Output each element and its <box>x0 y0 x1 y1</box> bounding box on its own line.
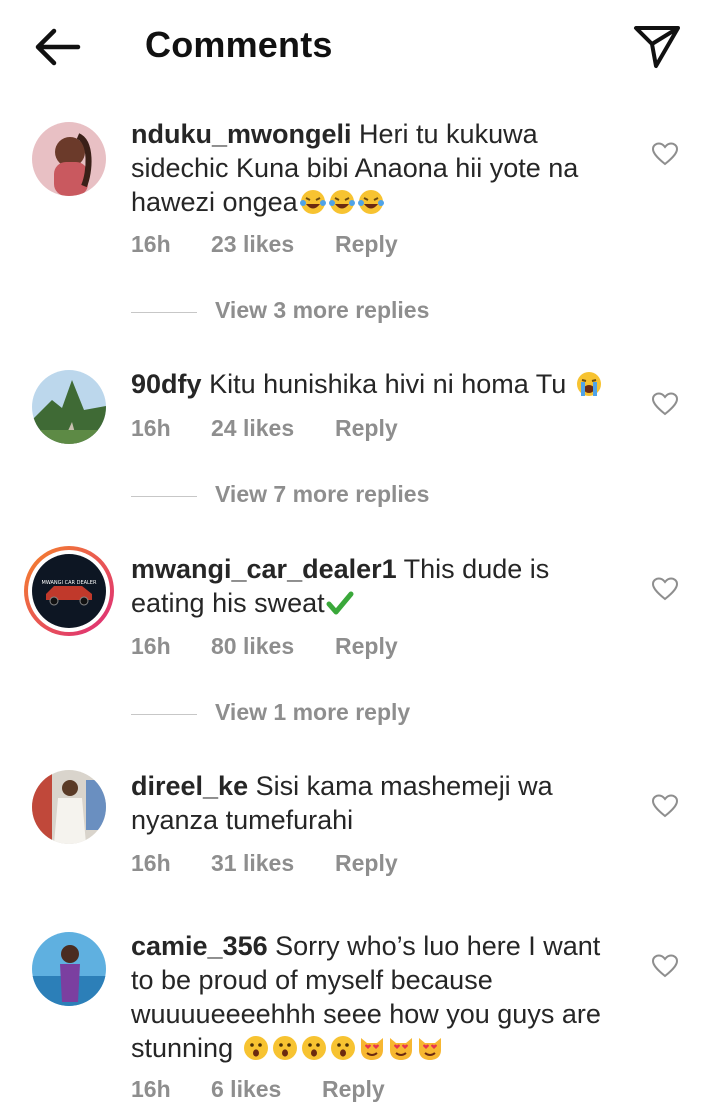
hushed-face-emoji-icon <box>272 1036 297 1060</box>
loudly-crying-emoji-icon <box>576 372 601 396</box>
comment-meta: 16h 31 likes Reply <box>131 850 398 877</box>
comment-body: Kitu hunishika hivi ni homa Tu <box>209 369 567 399</box>
comment-username[interactable]: direel_ke <box>131 771 248 801</box>
reply-button[interactable]: Reply <box>335 415 398 442</box>
back-button[interactable] <box>30 22 84 72</box>
replies-divider <box>131 312 197 313</box>
avatar-photo <box>32 932 106 1006</box>
tears-of-joy-emoji-icon <box>299 190 326 214</box>
comment-username[interactable]: nduku_mwongeli <box>131 119 352 149</box>
comment-likes[interactable]: 80 likes <box>211 633 335 660</box>
share-button[interactable] <box>632 22 682 70</box>
car-dealer-logo-icon: MWANGI CAR DEALER <box>32 554 106 628</box>
avatar[interactable] <box>32 932 106 1006</box>
reply-button[interactable]: Reply <box>335 850 398 877</box>
comment-time: 16h <box>131 633 171 659</box>
replies-divider <box>131 714 197 715</box>
reply-button[interactable]: Reply <box>335 231 398 258</box>
paper-plane-icon <box>634 26 680 68</box>
comment-text: nduku_mwongeli Heri tu kukuwa sidechic K… <box>131 117 611 219</box>
comment-text: camie_356 Sorry who’s luo here I want to… <box>131 929 611 1065</box>
page-title: Comments <box>145 24 333 65</box>
heart-eyes-cat-emoji-icon <box>360 1038 383 1060</box>
reply-button[interactable]: Reply <box>335 633 398 660</box>
comment-text: mwangi_car_dealer1 This dude is eating h… <box>131 552 611 620</box>
like-heart-icon[interactable] <box>652 577 678 601</box>
comment-emojis <box>241 1033 444 1063</box>
comment-emojis <box>298 187 385 217</box>
avatar[interactable] <box>32 370 106 444</box>
like-heart-icon[interactable] <box>652 794 678 818</box>
comment-likes[interactable]: 31 likes <box>211 850 335 877</box>
view-replies-label: View 1 more reply <box>215 699 411 725</box>
avatar[interactable] <box>32 770 106 844</box>
comment-username[interactable]: 90dfy <box>131 369 202 399</box>
comment-time: 16h <box>131 1076 171 1102</box>
comment-time: 16h <box>131 415 171 441</box>
comment-username[interactable]: camie_356 <box>131 931 268 961</box>
replies-divider <box>131 496 197 497</box>
heart-eyes-cat-emoji-icon <box>418 1038 441 1060</box>
check-mark-emoji-icon <box>326 591 354 615</box>
like-heart-icon[interactable] <box>652 142 678 166</box>
comment-meta: 16h 23 likes Reply <box>131 231 398 258</box>
comment-likes[interactable]: 23 likes <box>211 231 335 258</box>
comment-likes[interactable]: 6 likes <box>211 1076 322 1103</box>
comment-username[interactable]: mwangi_car_dealer1 <box>131 554 397 584</box>
hushed-face-emoji-icon <box>301 1036 326 1060</box>
comment-time: 16h <box>131 850 171 876</box>
comment-text: 90dfy Kitu hunishika hivi ni homa Tu <box>131 367 611 401</box>
story-ring[interactable]: MWANGI CAR DEALER <box>24 546 114 636</box>
avatar-photo <box>32 122 106 196</box>
view-replies-label: View 7 more replies <box>215 481 430 507</box>
comment-meta: 16h 80 likes Reply <box>131 633 398 660</box>
avatar: MWANGI CAR DEALER <box>32 554 106 628</box>
comment-text: direel_ke Sisi kama mashemeji wa nyanza … <box>131 769 611 837</box>
comment-time: 16h <box>131 231 171 257</box>
arrow-left-icon <box>35 28 81 66</box>
app-header: Comments <box>0 0 720 92</box>
avatar[interactable] <box>32 122 106 196</box>
avatar-photo <box>32 370 106 444</box>
like-heart-icon[interactable] <box>652 954 678 978</box>
hushed-face-emoji-icon <box>243 1036 268 1060</box>
comment-likes[interactable]: 24 likes <box>211 415 335 442</box>
tears-of-joy-emoji-icon <box>357 190 384 214</box>
avatar-photo <box>32 770 106 844</box>
view-replies-label: View 3 more replies <box>215 297 430 323</box>
tears-of-joy-emoji-icon <box>328 190 355 214</box>
comment-meta: 16h 24 likes Reply <box>131 415 398 442</box>
comment-meta: 16h 6 likes Reply <box>131 1076 385 1103</box>
like-heart-icon[interactable] <box>652 392 678 416</box>
reply-button[interactable]: Reply <box>322 1076 385 1103</box>
heart-eyes-cat-emoji-icon <box>389 1038 412 1060</box>
svg-text:MWANGI CAR DEALER: MWANGI CAR DEALER <box>42 580 97 586</box>
hushed-face-emoji-icon <box>330 1036 355 1060</box>
